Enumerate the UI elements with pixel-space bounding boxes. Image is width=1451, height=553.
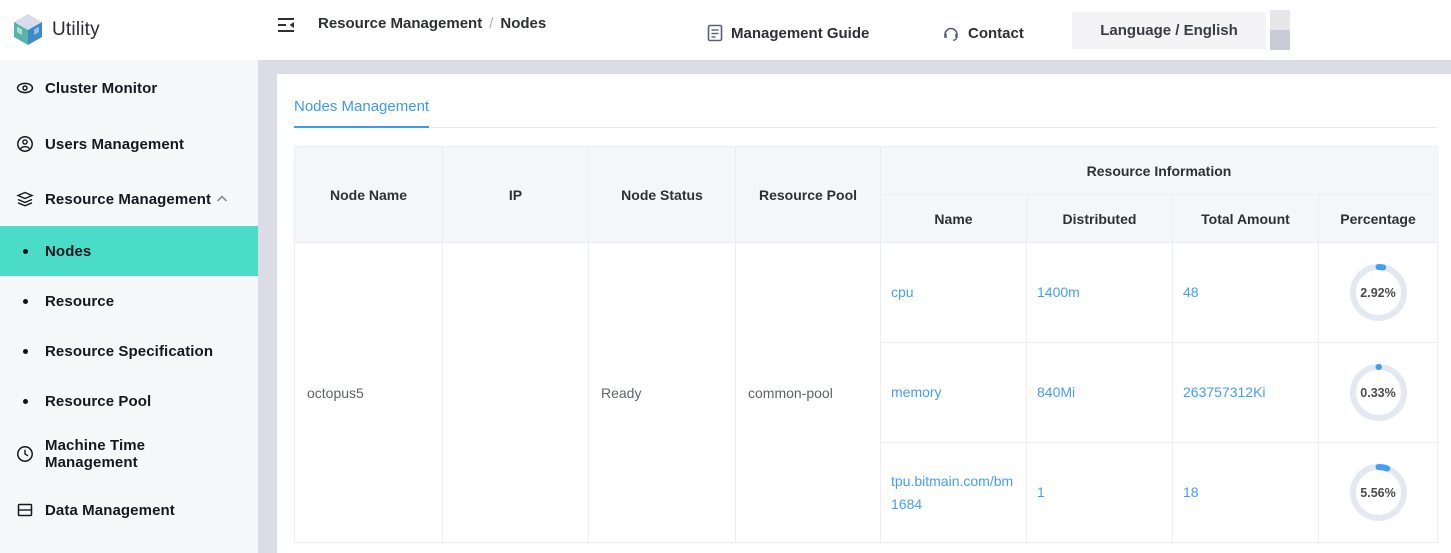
contact-link[interactable]: Contact bbox=[942, 24, 1024, 42]
content-card: Nodes Management Node Name IP Node Statu… bbox=[277, 74, 1451, 553]
bullet-icon bbox=[16, 299, 34, 304]
column-header-percentage: Percentage bbox=[1319, 195, 1438, 243]
sidebar-item-label: Resource bbox=[45, 293, 114, 310]
resource-percentage-cell: 5.56% bbox=[1319, 443, 1438, 543]
percentage-label: 0.33% bbox=[1350, 364, 1407, 421]
language-button[interactable]: Language / English bbox=[1072, 12, 1266, 49]
table-header: Node Name IP Node Status Resource Pool R… bbox=[295, 147, 1438, 243]
sidebar-item-nodes[interactable]: Nodes bbox=[0, 226, 258, 276]
resource-name-link[interactable]: tpu.bitmain.com/bm1684 bbox=[881, 443, 1027, 543]
brand-name: Utility bbox=[52, 19, 100, 41]
resource-percentage-cell: 0.33% bbox=[1319, 343, 1438, 443]
sidebar-item-resource[interactable]: Resource bbox=[0, 276, 258, 326]
progress-ring: 2.92% bbox=[1350, 264, 1407, 321]
headset-icon bbox=[942, 24, 960, 42]
contact-label: Contact bbox=[968, 25, 1024, 42]
chevron-up-icon bbox=[216, 195, 228, 203]
nodes-table: Node Name IP Node Status Resource Pool R… bbox=[294, 146, 1438, 543]
document-icon bbox=[707, 24, 723, 42]
sidebar-item-label: Users Management bbox=[45, 136, 184, 153]
sidebar-item-label: Resource Management bbox=[45, 191, 211, 208]
sidebar-item-cluster-monitor[interactable]: Cluster Monitor bbox=[0, 60, 258, 116]
brand-logo[interactable]: Utility bbox=[12, 13, 100, 46]
user-icon bbox=[16, 135, 34, 153]
resource-name-link[interactable]: memory bbox=[881, 343, 1027, 443]
collapse-sidebar-icon[interactable] bbox=[276, 15, 296, 35]
scrollbar-thumb-top bbox=[1270, 10, 1290, 30]
resource-total-value[interactable]: 263757312Ki bbox=[1173, 343, 1319, 443]
bullet-icon bbox=[16, 249, 34, 254]
percentage-label: 2.92% bbox=[1350, 264, 1407, 321]
resource-pool-cell: common-pool bbox=[736, 243, 881, 543]
breadcrumb: Resource Management / Nodes bbox=[318, 15, 546, 32]
clock-icon bbox=[16, 445, 34, 463]
column-header-resource-information: Resource Information bbox=[881, 147, 1438, 195]
sidebar-item-resource-pool[interactable]: Resource Pool bbox=[0, 376, 258, 426]
body-row: Cluster Monitor Users Management bbox=[0, 60, 1451, 553]
column-header-name: Name bbox=[881, 195, 1027, 243]
eye-icon bbox=[16, 79, 34, 97]
cube-logo-icon bbox=[12, 13, 44, 46]
app-window: Utility Resource Management / Nodes Manage… bbox=[0, 0, 1451, 553]
sidebar-item-resource-management[interactable]: Resource Management bbox=[0, 172, 258, 226]
table-row: octopus5 Ready common-pool cpu 1400m 48 bbox=[295, 243, 1438, 343]
bullet-icon bbox=[16, 349, 34, 354]
sidebar: Cluster Monitor Users Management bbox=[0, 60, 258, 553]
progress-ring: 0.33% bbox=[1350, 364, 1407, 421]
progress-ring: 5.56% bbox=[1350, 464, 1407, 521]
sidebar-item-label: Nodes bbox=[45, 243, 91, 260]
scrollbar-thumb[interactable] bbox=[1270, 10, 1290, 50]
sidebar-item-label: Resource Specification bbox=[45, 343, 213, 360]
bullet-icon bbox=[16, 399, 34, 404]
resource-distributed-value[interactable]: 840Mi bbox=[1027, 343, 1173, 443]
sidebar-item-label: Data Management bbox=[45, 502, 175, 519]
tab-nodes-management[interactable]: Nodes Management bbox=[294, 98, 429, 128]
column-header-distributed: Distributed bbox=[1027, 195, 1173, 243]
breadcrumb-item-nodes: Nodes bbox=[500, 15, 546, 32]
sidebar-item-users-management[interactable]: Users Management bbox=[0, 116, 258, 172]
layers-icon bbox=[16, 190, 34, 208]
main-area: Nodes Management Node Name IP Node Statu… bbox=[258, 60, 1451, 553]
sidebar-item-data-management[interactable]: Data Management bbox=[0, 482, 258, 538]
breadcrumb-separator: / bbox=[489, 15, 493, 32]
resource-distributed-value[interactable]: 1400m bbox=[1027, 243, 1173, 343]
breadcrumb-item-resource-management[interactable]: Resource Management bbox=[318, 15, 482, 32]
column-header-ip: IP bbox=[443, 147, 589, 243]
database-icon bbox=[16, 501, 34, 519]
sidebar-item-label: Cluster Monitor bbox=[45, 80, 157, 97]
sidebar-item-label: Resource Pool bbox=[45, 393, 151, 410]
node-status-cell: Ready bbox=[589, 243, 736, 543]
column-header-node-status: Node Status bbox=[589, 147, 736, 243]
resource-percentage-cell: 2.92% bbox=[1319, 243, 1438, 343]
sidebar-item-machine-time-management[interactable]: Machine Time Management bbox=[0, 426, 258, 482]
management-guide-label: Management Guide bbox=[731, 25, 869, 42]
top-navbar: Utility Resource Management / Nodes Manage… bbox=[0, 0, 1451, 60]
node-name-cell: octopus5 bbox=[295, 243, 443, 543]
management-guide-link[interactable]: Management Guide bbox=[707, 24, 869, 42]
sidebar-item-resource-specification[interactable]: Resource Specification bbox=[0, 326, 258, 376]
column-header-resource-pool: Resource Pool bbox=[736, 147, 881, 243]
sidebar-item-label: Machine Time Management bbox=[45, 437, 242, 471]
node-ip-cell bbox=[443, 243, 589, 543]
resource-name-link[interactable]: cpu bbox=[881, 243, 1027, 343]
scrollbar-thumb-bottom bbox=[1270, 30, 1290, 50]
resource-total-value[interactable]: 18 bbox=[1173, 443, 1319, 543]
column-header-node-name: Node Name bbox=[295, 147, 443, 243]
resource-distributed-value[interactable]: 1 bbox=[1027, 443, 1173, 543]
tab-bar: Nodes Management bbox=[294, 98, 1437, 128]
resource-total-value[interactable]: 48 bbox=[1173, 243, 1319, 343]
percentage-label: 5.56% bbox=[1350, 464, 1407, 521]
column-header-total-amount: Total Amount bbox=[1173, 195, 1319, 243]
